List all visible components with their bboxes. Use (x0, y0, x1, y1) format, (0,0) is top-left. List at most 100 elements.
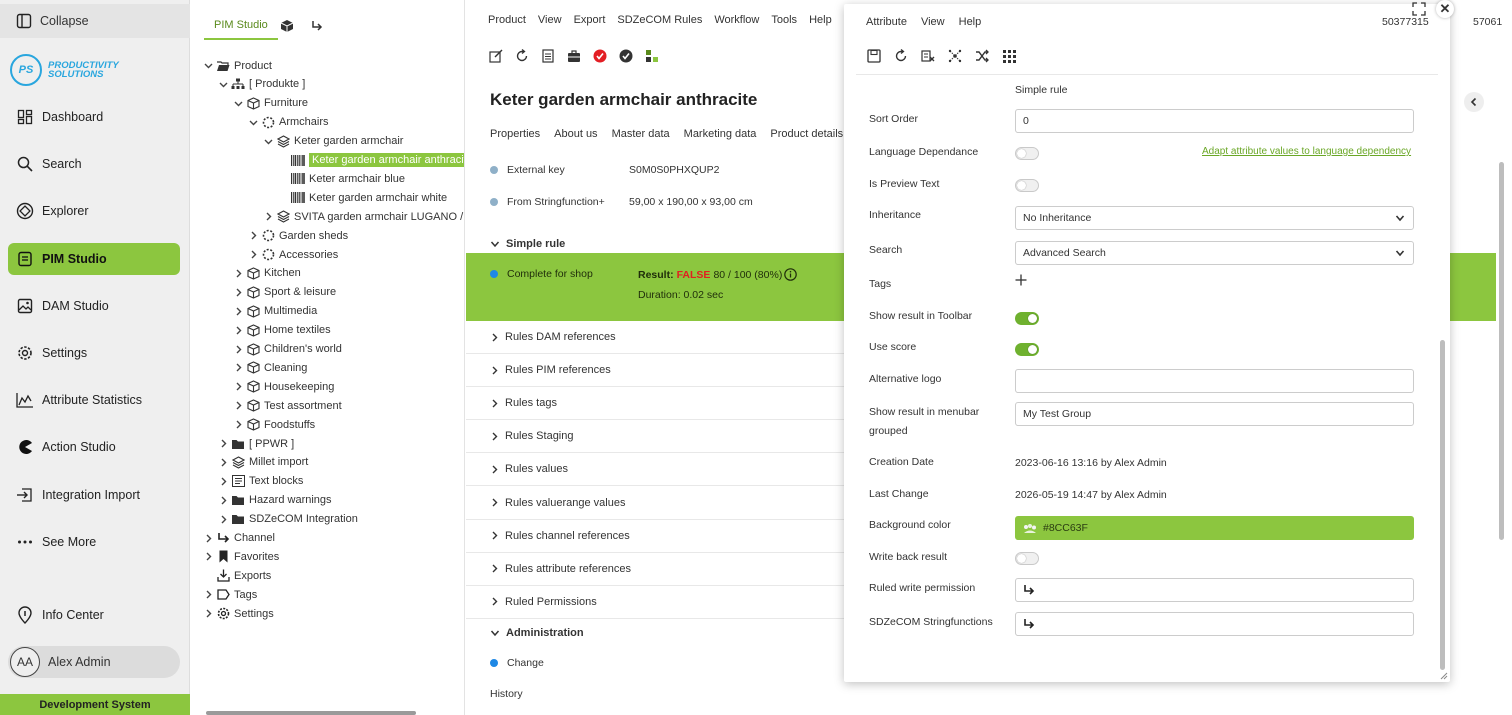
main-vertical-scrollbar[interactable] (1498, 152, 1506, 547)
tab-master-data[interactable]: Master data (612, 128, 670, 140)
resize-grip-icon[interactable] (1440, 672, 1448, 680)
ruled-write-permission-input[interactable] (1015, 578, 1414, 602)
chevron-right-icon[interactable] (217, 456, 229, 468)
clear-list-icon[interactable] (920, 48, 936, 64)
tree-node[interactable]: Favorites (202, 547, 279, 566)
tab-about-us[interactable]: About us (554, 128, 597, 140)
tree-node[interactable]: SDZeCOM Integration (217, 510, 358, 529)
history-field[interactable]: History (490, 688, 523, 700)
refresh-icon[interactable] (514, 48, 530, 64)
show-result-toolbar-toggle[interactable] (1015, 312, 1039, 325)
chevron-right-icon[interactable] (262, 211, 274, 223)
tree-node[interactable]: Channel (202, 529, 275, 548)
chevron-right-icon[interactable] (247, 230, 259, 242)
sidebar-item-search[interactable]: Search (8, 148, 180, 180)
tree-node[interactable]: Cleaning (232, 358, 307, 377)
tree-node[interactable]: Exports (202, 566, 271, 585)
collapsed-section[interactable]: Rules values (466, 453, 846, 487)
close-button[interactable]: ✕ (1436, 0, 1454, 18)
chevron-right-icon[interactable] (232, 362, 244, 374)
chevron-right-icon[interactable] (232, 286, 244, 298)
menu-attribute[interactable]: Attribute (866, 16, 907, 28)
sdzecom-stringfunctions-input[interactable] (1015, 612, 1414, 636)
tree-node[interactable]: Multimedia (232, 302, 317, 321)
tree-node[interactable]: Settings (202, 604, 274, 623)
chevron-down-icon[interactable] (232, 97, 244, 109)
sidebar-item-pim-studio[interactable]: PIM Studio (8, 243, 180, 275)
tree-node[interactable]: Home textiles (232, 321, 331, 340)
sort-order-input[interactable]: 0 (1015, 109, 1414, 133)
adapt-language-dependency-link[interactable]: Adapt attribute values to language depen… (1202, 146, 1411, 157)
sidebar-item-explorer[interactable]: Explorer (8, 195, 180, 227)
alternative-logo-input[interactable] (1015, 369, 1414, 393)
sidebar-item-dashboard[interactable]: Dashboard (8, 101, 180, 133)
chevron-right-icon[interactable] (202, 551, 214, 563)
tree-node[interactable]: Test assortment (232, 396, 342, 415)
language-dependance-toggle[interactable] (1015, 147, 1039, 160)
check-red-icon[interactable] (592, 48, 608, 64)
tree-node[interactable]: Garden sheds (247, 226, 348, 245)
tab-marketing-data[interactable]: Marketing data (684, 128, 757, 140)
chevron-right-icon[interactable] (217, 475, 229, 487)
tree-horizontal-scrollbar[interactable] (196, 709, 456, 715)
tree-node[interactable]: Tags (202, 585, 257, 604)
panel-back-button[interactable] (1464, 92, 1484, 112)
inheritance-select[interactable]: No Inheritance (1015, 206, 1414, 230)
tree-node[interactable]: Accessories (247, 245, 338, 264)
tree-node[interactable]: Housekeeping (232, 377, 334, 396)
briefcase-icon[interactable] (566, 48, 582, 64)
tree-node[interactable]: Children's world (232, 340, 342, 359)
tree-node[interactable]: Product (202, 56, 272, 75)
chevron-right-icon[interactable] (232, 305, 244, 317)
tree-node[interactable]: Keter garden armchair white (277, 188, 447, 207)
chevron-right-icon[interactable] (247, 249, 259, 261)
info-icon[interactable] (784, 268, 798, 281)
tree-node[interactable]: SVITA garden armchair LUGANO / CA (262, 207, 464, 226)
use-score-toggle[interactable] (1015, 343, 1039, 356)
grid-icon[interactable] (1001, 48, 1017, 64)
tree-node[interactable]: Keter armchair blue (277, 169, 405, 188)
shuffle-icon[interactable] (974, 48, 990, 64)
background-color-picker[interactable]: #8CC63F (1015, 516, 1414, 540)
tree-node[interactable]: Furniture (232, 94, 308, 113)
chevron-down-icon[interactable] (247, 116, 259, 128)
sidebar-item-action-studio[interactable]: Action Studio (8, 431, 180, 463)
tab-properties[interactable]: Properties (490, 128, 540, 140)
collapsed-section[interactable]: Rules valuerange values (466, 487, 846, 520)
chevron-down-icon[interactable] (262, 135, 274, 147)
chevron-right-icon[interactable] (232, 381, 244, 393)
tree-node[interactable]: Kitchen (232, 264, 301, 283)
collapsed-section[interactable]: Ruled Permissions (466, 586, 846, 619)
dialog-vertical-scrollbar[interactable] (1440, 340, 1445, 670)
menu-export[interactable]: Export (574, 14, 606, 26)
show-result-menubar-input[interactable]: My Test Group (1015, 402, 1414, 426)
collapsed-section[interactable]: Rules tags (466, 387, 846, 421)
collapsed-section[interactable]: Rules attribute references (466, 553, 846, 586)
document-icon[interactable] (540, 48, 556, 64)
write-back-result-toggle[interactable] (1015, 552, 1039, 565)
collapsed-section[interactable]: Rules DAM references (466, 321, 846, 354)
menu-view[interactable]: View (538, 14, 562, 26)
expand-icon[interactable] (1412, 2, 1426, 16)
workflow-icon[interactable] (644, 48, 660, 64)
network-icon[interactable] (947, 48, 963, 64)
tree-node[interactable]: Millet import (217, 453, 308, 472)
chevron-right-icon[interactable] (202, 608, 214, 620)
tree-node[interactable]: [ Produkte ] (217, 75, 305, 94)
sidebar-item-attribute-statistics[interactable]: Attribute Statistics (8, 384, 180, 416)
check-dark-icon[interactable] (618, 48, 634, 64)
chevron-down-icon[interactable] (202, 60, 214, 72)
tree-node[interactable]: Hazard warnings (217, 491, 332, 510)
tab-pim-studio[interactable]: PIM Studio (204, 12, 278, 40)
menu-tools[interactable]: Tools (771, 14, 797, 26)
tree-node[interactable]: [ PPWR ] (217, 434, 294, 453)
collapsed-section[interactable]: Rules channel references (466, 520, 846, 553)
sidebar-item-dam-studio[interactable]: DAM Studio (8, 290, 180, 322)
menu-help[interactable]: Help (959, 16, 982, 28)
menu-workflow[interactable]: Workflow (714, 14, 759, 26)
sidebar-item-info-center[interactable]: Info Center (8, 599, 180, 631)
chevron-right-icon[interactable] (202, 532, 214, 544)
is-preview-text-toggle[interactable] (1015, 179, 1039, 192)
collapsed-section[interactable]: Rules PIM references (466, 354, 846, 388)
simple-rule-section-header[interactable]: Simple rule (490, 238, 565, 250)
